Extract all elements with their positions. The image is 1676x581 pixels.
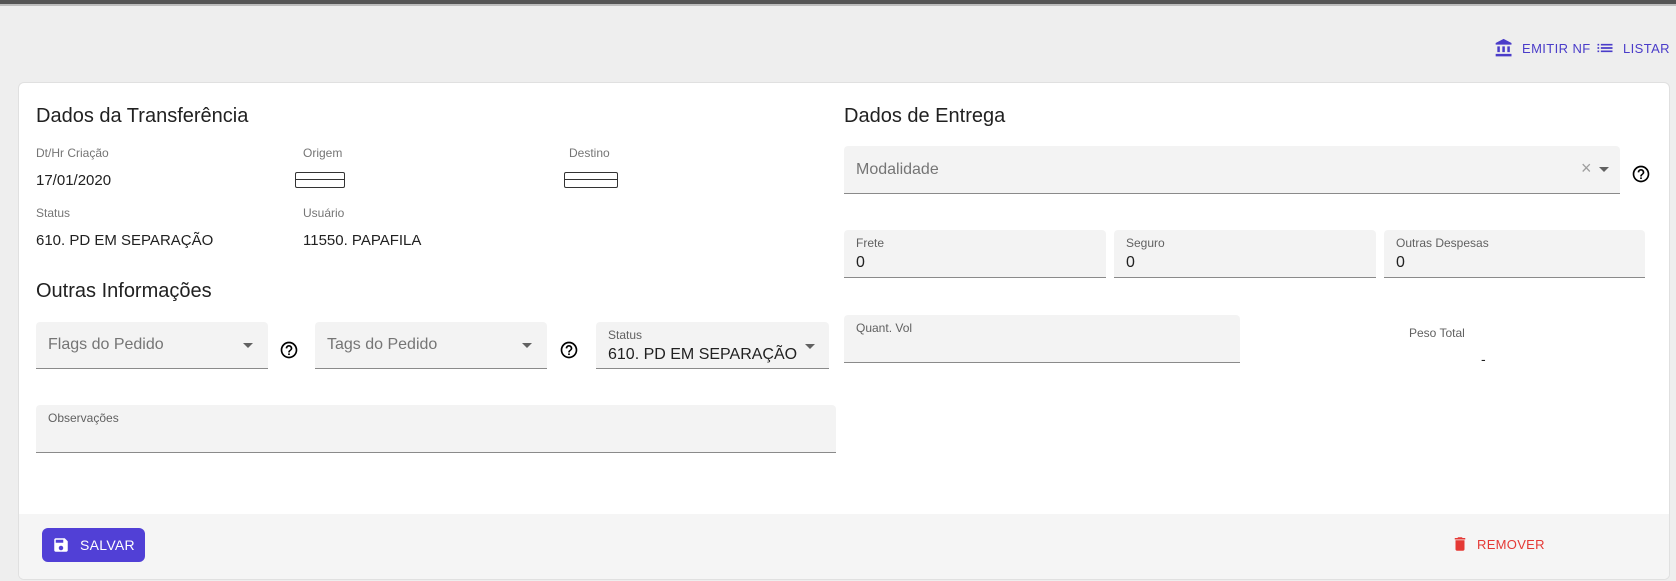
total-weight-label: Peso Total	[1409, 326, 1465, 340]
status-select-value: 610. PD EM SEPARAÇÃO	[608, 346, 798, 363]
status-select-label: Status	[608, 328, 643, 342]
origin-value-redacted	[295, 172, 345, 188]
flags-placeholder: Flags do Pedido	[48, 336, 164, 353]
transfer-section-title: Dados da Transferência	[36, 105, 249, 127]
destination-value-redacted	[564, 172, 618, 188]
delivery-section-title: Dados de Entrega	[844, 105, 1006, 127]
other-expenses-field[interactable]: Outras Despesas 0	[1384, 230, 1645, 278]
remove-label: REMOVER	[1477, 536, 1545, 552]
insurance-label: Seguro	[1126, 236, 1165, 250]
save-icon	[54, 538, 68, 552]
other-expenses-value: 0	[1396, 254, 1405, 271]
save-button[interactable]: SALVAR	[42, 528, 145, 562]
modality-placeholder: Modalidade	[856, 161, 939, 178]
user-label: Usuário	[303, 206, 345, 220]
created-label: Dt/Hr Criação	[36, 146, 109, 160]
freight-field[interactable]: Frete 0	[844, 230, 1106, 278]
insurance-value: 0	[1126, 254, 1135, 271]
list-icon	[1597, 43, 1613, 53]
volume-quantity-field[interactable]: Quant. Vol	[844, 315, 1240, 363]
remove-button[interactable]: REMOVER	[1451, 529, 1545, 559]
list-label: LISTAR	[1623, 40, 1670, 56]
transfer-card: Dados da Transferência Dt/Hr Criação 17/…	[18, 82, 1670, 580]
flags-select[interactable]: Flags do Pedido	[36, 322, 268, 369]
help-icon[interactable]	[1631, 164, 1651, 184]
tags-select[interactable]: Tags do Pedido	[315, 322, 547, 369]
help-icon[interactable]	[559, 340, 579, 360]
card-footer	[19, 514, 1669, 579]
trash-icon	[1454, 537, 1466, 551]
freight-label: Frete	[856, 236, 885, 250]
help-icon[interactable]	[279, 340, 299, 360]
modality-select[interactable]: Modalidade ×	[844, 146, 1620, 194]
list-button[interactable]: LISTAR	[1595, 38, 1670, 58]
user-value: 11550. PAPAFILA	[303, 232, 422, 249]
origin-label: Origem	[303, 146, 343, 160]
chevron-down-icon[interactable]	[243, 343, 253, 348]
top-bar-shadow	[0, 4, 1676, 6]
tags-placeholder: Tags do Pedido	[327, 336, 438, 353]
freight-value: 0	[856, 254, 865, 271]
notes-label: Observações	[48, 411, 119, 425]
clear-icon[interactable]: ×	[1581, 158, 1592, 179]
emit-nf-button[interactable]: EMITIR NF	[1494, 38, 1591, 58]
insurance-field[interactable]: Seguro 0	[1114, 230, 1376, 278]
status-select[interactable]: Status 610. PD EM SEPARAÇÃO	[596, 322, 829, 369]
save-label: SALVAR	[80, 537, 135, 553]
status-value: 610. PD EM SEPARAÇÃO	[36, 232, 214, 249]
status-label: Status	[36, 206, 71, 220]
volume-quantity-label: Quant. Vol	[856, 321, 913, 335]
notes-field[interactable]: Observações	[36, 405, 836, 453]
destination-label: Destino	[569, 146, 610, 160]
chevron-down-icon[interactable]	[522, 343, 532, 348]
total-weight-value: -	[1481, 351, 1486, 367]
bank-icon	[1495, 38, 1512, 57]
chevron-down-icon[interactable]	[1599, 167, 1609, 172]
chevron-down-icon[interactable]	[805, 344, 815, 349]
emit-nf-label: EMITIR NF	[1522, 40, 1591, 56]
created-value: 17/01/2020	[36, 172, 112, 189]
other-expenses-label: Outras Despesas	[1396, 236, 1489, 250]
other-info-section-title: Outras Informações	[36, 280, 212, 302]
